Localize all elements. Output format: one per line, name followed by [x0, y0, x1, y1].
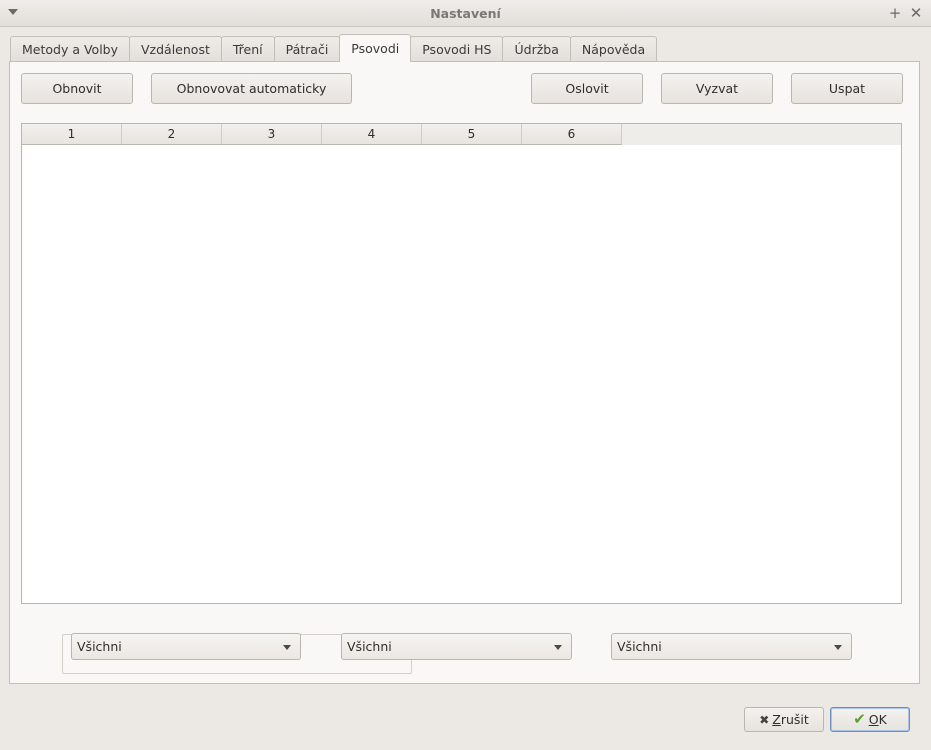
- filter-combo-3[interactable]: Všichni: [611, 633, 852, 660]
- tab-napoveda[interactable]: Nápověda: [569, 36, 658, 62]
- chevron-down-icon: [554, 645, 562, 650]
- checkmark-icon: ✔: [853, 710, 866, 728]
- chevron-down-icon: [283, 645, 291, 650]
- tab-psovodi[interactable]: Psovodi: [339, 34, 412, 62]
- auto-refresh-button[interactable]: Obnovovat automaticky: [151, 73, 352, 104]
- title-bar: Nastavení + ✕: [0, 0, 931, 27]
- tab-udrzba[interactable]: Údržba: [502, 36, 571, 62]
- challenge-button[interactable]: Vyzvat: [661, 73, 773, 104]
- tab-treni[interactable]: Tření: [220, 36, 275, 62]
- filter-combo-value: Všichni: [77, 639, 122, 654]
- column-header[interactable]: 4: [322, 124, 422, 145]
- maximize-icon[interactable]: +: [887, 4, 903, 22]
- column-header[interactable]: 1: [22, 124, 122, 145]
- column-header[interactable]: 6: [522, 124, 622, 145]
- handlers-table[interactable]: 1 2 3 4 5 6: [21, 123, 902, 604]
- filter-combo-value: Všichni: [617, 639, 662, 654]
- column-header[interactable]: 5: [422, 124, 522, 145]
- cancel-icon: ✖: [759, 713, 770, 727]
- column-header[interactable]: 3: [222, 124, 322, 145]
- filter-combo-value: Všichni: [347, 639, 392, 654]
- close-icon[interactable]: ✕: [908, 4, 924, 22]
- window-title: Nastavení: [430, 6, 501, 21]
- cancel-button[interactable]: ✖ Zrušit: [744, 707, 824, 732]
- tab-vzdalenost[interactable]: Vzdálenost: [129, 36, 222, 62]
- tab-psovodi-hs[interactable]: Psovodi HS: [410, 36, 504, 62]
- address-button[interactable]: Oslovit: [531, 73, 643, 104]
- column-header[interactable]: 2: [122, 124, 222, 145]
- filter-combo-1[interactable]: Všichni: [71, 633, 301, 660]
- tab-metody-a-volby[interactable]: Metody a Volby: [10, 36, 130, 62]
- tab-patraci[interactable]: Pátrači: [273, 36, 341, 62]
- table-header-filler: [622, 124, 901, 145]
- ok-button[interactable]: ✔ OK: [830, 707, 910, 732]
- tab-bar: Metody a Volby Vzdálenost Tření Pátrači …: [10, 34, 658, 62]
- refresh-button[interactable]: Obnovit: [21, 73, 133, 104]
- table-header: 1 2 3 4 5 6: [22, 124, 622, 145]
- sleep-button[interactable]: Uspat: [791, 73, 903, 104]
- filter-combo-2[interactable]: Všichni: [341, 633, 572, 660]
- chevron-down-icon: [834, 645, 842, 650]
